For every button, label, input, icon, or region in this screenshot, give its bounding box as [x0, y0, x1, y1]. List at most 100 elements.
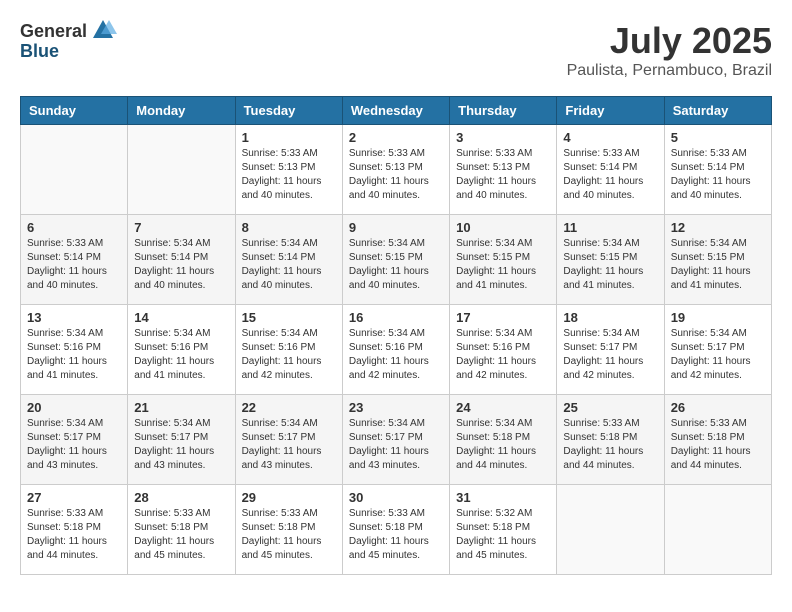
- day-number: 31: [456, 490, 550, 505]
- calendar-cell: 5 Sunrise: 5:33 AM Sunset: 5:14 PM Daylig…: [664, 125, 771, 215]
- location-title: Paulista, Pernambuco, Brazil: [567, 62, 772, 80]
- calendar-cell: 16Sunrise: 5:34 AM Sunset: 5:16 PM Dayli…: [342, 305, 449, 395]
- calendar-cell: 15Sunrise: 5:34 AM Sunset: 5:16 PM Dayli…: [235, 305, 342, 395]
- calendar-cell: 20 Sunrise: 5:34 AM Sunset: 5:17 PM Dayli…: [21, 395, 128, 485]
- day-info: Sunrise: 5:33 AM Sunset: 5:14 PM Dayligh…: [27, 237, 121, 293]
- calendar-cell: 9 Sunrise: 5:34 AM Sunset: 5:15 PM Daylig…: [342, 215, 449, 305]
- day-info: Sunrise: 5:33 AM Sunset: 5:14 PM Dayligh…: [671, 147, 765, 203]
- calendar-cell: 3 Sunrise: 5:33 AM Sunset: 5:13 PM Daylig…: [450, 125, 557, 215]
- day-number: 28: [134, 490, 228, 505]
- calendar-cell: 10 Sunrise: 5:34 AM Sunset: 5:15 PM Dayli…: [450, 215, 557, 305]
- day-info: Sunrise: 5:34 AM Sunset: 5:15 PM Dayligh…: [671, 237, 765, 293]
- day-info: Sunrise: 5:34 AM Sunset: 5:16 PM Dayligh…: [134, 327, 228, 383]
- calendar-cell: [128, 125, 235, 215]
- calendar-day-header: Thursday: [450, 97, 557, 125]
- logo-general-text: General: [20, 22, 87, 42]
- day-info: Sunrise: 5:33 AM Sunset: 5:18 PM Dayligh…: [242, 507, 336, 563]
- day-number: 29: [242, 490, 336, 505]
- calendar-week-row: 13 Sunrise: 5:34 AM Sunset: 5:16 PM Dayli…: [21, 305, 772, 395]
- day-info: Sunrise: 5:33 AM Sunset: 5:14 PM Dayligh…: [563, 147, 657, 203]
- calendar-cell: 28 Sunrise: 5:33 AM Sunset: 5:18 PM Dayli…: [128, 485, 235, 575]
- day-number: 3: [456, 130, 550, 145]
- calendar-cell: 22 Sunrise: 5:34 AM Sunset: 5:17 PM Dayli…: [235, 395, 342, 485]
- day-number: 2: [349, 130, 443, 145]
- day-info: Sunrise: 5:32 AM Sunset: 5:18 PM Dayligh…: [456, 507, 550, 563]
- calendar-week-row: 27 Sunrise: 5:33 AM Sunset: 5:18 PM Dayli…: [21, 485, 772, 575]
- day-info: Sunrise: 5:34 AM Sunset: 5:14 PM Dayligh…: [242, 237, 336, 293]
- calendar-cell: 12 Sunrise: 5:34 AM Sunset: 5:15 PM Dayli…: [664, 215, 771, 305]
- calendar-cell: 23 Sunrise: 5:34 AM Sunset: 5:17 PM Dayli…: [342, 395, 449, 485]
- day-number: 24: [456, 400, 550, 415]
- calendar-cell: 24 Sunrise: 5:34 AM Sunset: 5:18 PM Dayli…: [450, 395, 557, 485]
- calendar-cell: 14 Sunrise: 5:34 AM Sunset: 5:16 PM Dayli…: [128, 305, 235, 395]
- day-number: 7: [134, 220, 228, 235]
- day-number: 26: [671, 400, 765, 415]
- day-info: Sunrise: 5:33 AM Sunset: 5:13 PM Dayligh…: [456, 147, 550, 203]
- day-number: 8: [242, 220, 336, 235]
- day-number: 15: [242, 310, 336, 325]
- day-number: 10: [456, 220, 550, 235]
- day-number: 9: [349, 220, 443, 235]
- calendar-week-row: 20 Sunrise: 5:34 AM Sunset: 5:17 PM Dayli…: [21, 395, 772, 485]
- calendar-cell: [664, 485, 771, 575]
- calendar-day-header: Tuesday: [235, 97, 342, 125]
- day-info: Sunrise: 5:34 AM Sunset: 5:17 PM Dayligh…: [671, 327, 765, 383]
- day-number: 12: [671, 220, 765, 235]
- day-number: 23: [349, 400, 443, 415]
- logo-blue-text: Blue: [20, 42, 117, 62]
- day-number: 6: [27, 220, 121, 235]
- calendar-cell: 18 Sunrise: 5:34 AM Sunset: 5:17 PM Dayli…: [557, 305, 664, 395]
- day-info: Sunrise: 5:34 AM Sunset: 5:16 PM Dayligh…: [349, 327, 443, 383]
- calendar-day-header: Wednesday: [342, 97, 449, 125]
- day-number: 14: [134, 310, 228, 325]
- calendar-cell: 1Sunrise: 5:33 AM Sunset: 5:13 PM Daylig…: [235, 125, 342, 215]
- calendar-cell: 19 Sunrise: 5:34 AM Sunset: 5:17 PM Dayli…: [664, 305, 771, 395]
- day-number: 21: [134, 400, 228, 415]
- page-header: General Blue July 2025 Paulista, Pernamb…: [20, 20, 772, 80]
- day-number: 11: [563, 220, 657, 235]
- day-info: Sunrise: 5:34 AM Sunset: 5:15 PM Dayligh…: [349, 237, 443, 293]
- logo: General Blue: [20, 20, 117, 62]
- calendar-header-row: SundayMondayTuesdayWednesdayThursdayFrid…: [21, 97, 772, 125]
- calendar-cell: [557, 485, 664, 575]
- day-info: Sunrise: 5:34 AM Sunset: 5:17 PM Dayligh…: [563, 327, 657, 383]
- day-info: Sunrise: 5:34 AM Sunset: 5:17 PM Dayligh…: [27, 417, 121, 473]
- day-number: 5: [671, 130, 765, 145]
- day-number: 17: [456, 310, 550, 325]
- calendar-cell: 7Sunrise: 5:34 AM Sunset: 5:14 PM Daylig…: [128, 215, 235, 305]
- calendar-cell: [21, 125, 128, 215]
- calendar-cell: 30 Sunrise: 5:33 AM Sunset: 5:18 PM Dayli…: [342, 485, 449, 575]
- day-number: 18: [563, 310, 657, 325]
- day-number: 4: [563, 130, 657, 145]
- calendar-cell: 11 Sunrise: 5:34 AM Sunset: 5:15 PM Dayli…: [557, 215, 664, 305]
- title-block: July 2025 Paulista, Pernambuco, Brazil: [567, 20, 772, 80]
- logo-icon: [89, 16, 117, 44]
- day-info: Sunrise: 5:33 AM Sunset: 5:13 PM Dayligh…: [349, 147, 443, 203]
- day-info: Sunrise: 5:34 AM Sunset: 5:15 PM Dayligh…: [563, 237, 657, 293]
- calendar-cell: 2 Sunrise: 5:33 AM Sunset: 5:13 PM Daylig…: [342, 125, 449, 215]
- day-number: 1: [242, 130, 336, 145]
- day-number: 13: [27, 310, 121, 325]
- day-number: 30: [349, 490, 443, 505]
- day-info: Sunrise: 5:33 AM Sunset: 5:18 PM Dayligh…: [563, 417, 657, 473]
- calendar-cell: 26Sunrise: 5:33 AM Sunset: 5:18 PM Dayli…: [664, 395, 771, 485]
- day-number: 19: [671, 310, 765, 325]
- day-info: Sunrise: 5:33 AM Sunset: 5:18 PM Dayligh…: [134, 507, 228, 563]
- calendar-day-header: Sunday: [21, 97, 128, 125]
- calendar-day-header: Friday: [557, 97, 664, 125]
- calendar-cell: 25 Sunrise: 5:33 AM Sunset: 5:18 PM Dayli…: [557, 395, 664, 485]
- day-info: Sunrise: 5:34 AM Sunset: 5:17 PM Dayligh…: [242, 417, 336, 473]
- calendar-cell: 27Sunrise: 5:33 AM Sunset: 5:18 PM Dayli…: [21, 485, 128, 575]
- day-info: Sunrise: 5:34 AM Sunset: 5:17 PM Dayligh…: [349, 417, 443, 473]
- day-number: 22: [242, 400, 336, 415]
- calendar-cell: 21Sunrise: 5:34 AM Sunset: 5:17 PM Dayli…: [128, 395, 235, 485]
- day-number: 20: [27, 400, 121, 415]
- calendar-day-header: Monday: [128, 97, 235, 125]
- day-info: Sunrise: 5:34 AM Sunset: 5:18 PM Dayligh…: [456, 417, 550, 473]
- calendar-day-header: Saturday: [664, 97, 771, 125]
- day-info: Sunrise: 5:34 AM Sunset: 5:15 PM Dayligh…: [456, 237, 550, 293]
- day-info: Sunrise: 5:33 AM Sunset: 5:18 PM Dayligh…: [349, 507, 443, 563]
- calendar-week-row: 1 Sunrise: 5:33 AM Sunset: 5:13 PM Daylig…: [21, 125, 772, 215]
- day-number: 25: [563, 400, 657, 415]
- day-number: 27: [27, 490, 121, 505]
